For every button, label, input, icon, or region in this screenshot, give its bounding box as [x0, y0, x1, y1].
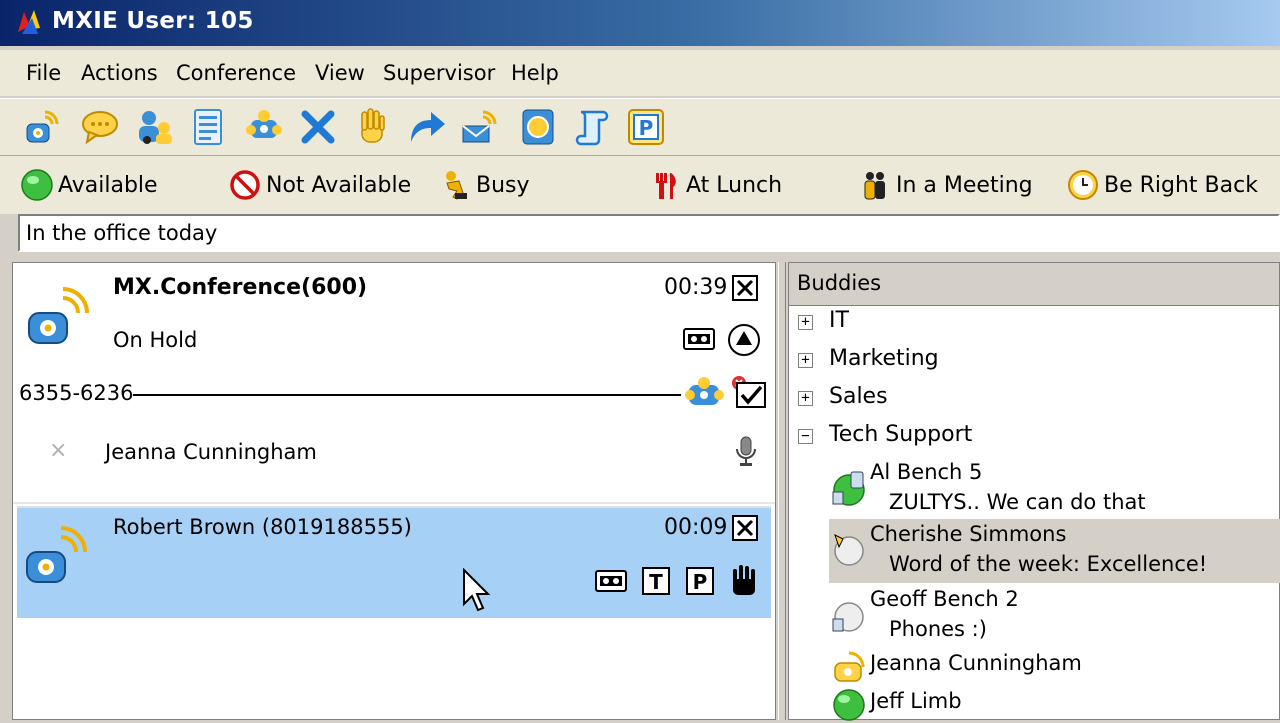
expand-icon[interactable]: +	[798, 391, 813, 406]
group-name: Sales	[829, 384, 888, 409]
buddies-header: Buddies	[789, 263, 1279, 306]
buddy-name: Geoff Bench 2	[870, 587, 1019, 611]
microphone-icon[interactable]	[733, 435, 759, 469]
presence-label: Busy	[476, 172, 530, 198]
park-p-icon[interactable]: P	[685, 566, 715, 596]
expand-icon[interactable]: +	[798, 353, 813, 368]
buddies-pane: Buddies + IT + Marketing + Sales − Tech …	[788, 262, 1280, 721]
call-divider	[13, 502, 775, 504]
buddy-cherishe-simmons[interactable]: Cherishe Simmons Word of the week: Excel…	[829, 519, 1280, 583]
call-row-selected[interactable]: Robert Brown (8019188555) 00:09 T P	[17, 506, 771, 618]
chat-icon[interactable]	[78, 105, 122, 149]
group-name: Tech Support	[829, 422, 973, 447]
conference-icon[interactable]	[685, 375, 725, 409]
phone-call-icon	[26, 526, 87, 583]
mouse-cursor-icon	[463, 568, 491, 612]
hold-hand-icon[interactable]	[350, 105, 394, 149]
transfer-cross-icon[interactable]	[296, 105, 340, 149]
park-icon[interactable]: P	[624, 105, 668, 149]
script-scroll-icon[interactable]	[570, 105, 614, 149]
presence-not-available[interactable]: Not Available	[228, 168, 411, 202]
presence-be-right-back[interactable]: Be Right Back	[1066, 168, 1258, 202]
presence-label: Available	[58, 172, 158, 198]
call-timer: 00:09	[664, 515, 728, 540]
clock-icon	[1066, 168, 1100, 202]
group-name: IT	[829, 308, 849, 333]
menu-view[interactable]: View	[315, 61, 365, 85]
busy-runner-icon	[438, 168, 472, 202]
record-icon[interactable]	[516, 105, 560, 149]
status-message-input[interactable]	[20, 216, 1272, 250]
presence-busy[interactable]: Busy	[438, 168, 530, 202]
presence-available[interactable]: Available	[20, 168, 158, 202]
presence-label: At Lunch	[686, 172, 783, 198]
buddy-name: Jeanna Cunningham	[870, 651, 1082, 675]
conference-checkbox-icon[interactable]	[729, 375, 769, 409]
window-title: MXIE User: 105	[52, 8, 254, 34]
record-icon[interactable]	[595, 568, 627, 594]
buddies-title: Buddies	[797, 271, 882, 295]
presence-bar: Available Not Available Busy At Lunch In…	[0, 156, 1280, 214]
contacts-icon[interactable]	[132, 105, 176, 149]
menu-help[interactable]: Help	[511, 61, 559, 85]
svg-text:P: P	[693, 570, 708, 594]
close-call-icon[interactable]	[731, 274, 759, 302]
pane-splitter[interactable]	[778, 262, 786, 720]
calls-pane: MX.Conference(600) 00:39 On Hold 6355-62…	[12, 262, 776, 720]
buddy-name: Jeff Limb	[870, 689, 962, 713]
retrieve-call-icon[interactable]	[727, 323, 761, 357]
buddy-on-call-status-icon	[834, 651, 865, 682]
no-entry-icon	[228, 168, 262, 202]
transfer-t-icon[interactable]: T	[641, 566, 671, 596]
app-logo-icon	[18, 10, 40, 34]
remove-participant-icon[interactable]: ×	[49, 438, 67, 463]
conference-line	[133, 394, 681, 396]
menu-file[interactable]: File	[26, 61, 61, 85]
call-name: MX.Conference(600)	[113, 275, 368, 300]
record-icon[interactable]	[683, 326, 715, 352]
buddy-away-status-icon	[834, 534, 864, 566]
conference-icon[interactable]	[242, 105, 286, 149]
phone-call-icon	[28, 287, 89, 344]
voicemail-icon[interactable]	[458, 105, 502, 149]
expand-icon[interactable]: +	[798, 315, 813, 330]
menu-supervisor[interactable]: Supervisor	[383, 61, 495, 85]
close-call-icon[interactable]	[731, 514, 759, 542]
meeting-people-icon	[858, 168, 892, 202]
hold-hand-icon[interactable]	[727, 563, 761, 597]
presence-label: Be Right Back	[1104, 172, 1258, 198]
presence-label: In a Meeting	[896, 172, 1033, 198]
svg-text:P: P	[639, 116, 654, 140]
fork-knife-icon	[648, 168, 682, 202]
call-state: On Hold	[113, 328, 198, 352]
phone-call-icon[interactable]	[20, 105, 64, 149]
presence-at-lunch[interactable]: At Lunch	[648, 168, 782, 202]
call-name: Robert Brown (8019188555)	[113, 515, 412, 539]
call-log-icon[interactable]	[186, 105, 230, 149]
title-bar: MXIE User: 105	[0, 0, 1280, 46]
collapse-icon[interactable]: −	[798, 429, 813, 444]
buddy-phone-status-icon	[832, 471, 865, 506]
buddy-name: Al Bench 5	[870, 460, 983, 484]
presence-label: Not Available	[266, 172, 412, 198]
participant-name: Jeanna Cunningham	[105, 440, 317, 464]
menu-bar: File Actions Conference View Supervisor …	[0, 50, 1280, 96]
conference-number: 6355-6236	[19, 381, 134, 405]
status-message-box	[18, 214, 1280, 252]
buddy-status-message: ZULTYS.. We can do that	[889, 490, 1146, 514]
buddy-name: Cherishe Simmons	[870, 522, 1067, 546]
green-circle-icon	[20, 168, 54, 202]
toolbar: P	[0, 98, 1280, 156]
group-name: Marketing	[829, 346, 939, 371]
buddy-status-message: Phones :)	[889, 617, 987, 641]
presence-in-a-meeting[interactable]: In a Meeting	[858, 168, 1033, 202]
menu-conference[interactable]: Conference	[176, 61, 296, 85]
forward-arrow-icon[interactable]	[404, 105, 448, 149]
svg-text:T: T	[649, 570, 663, 594]
buddy-available-status-icon	[833, 689, 865, 721]
buddy-status-message: Word of the week: Excellence!	[889, 552, 1208, 576]
menu-actions[interactable]: Actions	[81, 61, 158, 85]
call-timer: 00:39	[664, 275, 728, 300]
buddy-offline-status-icon	[832, 602, 864, 632]
